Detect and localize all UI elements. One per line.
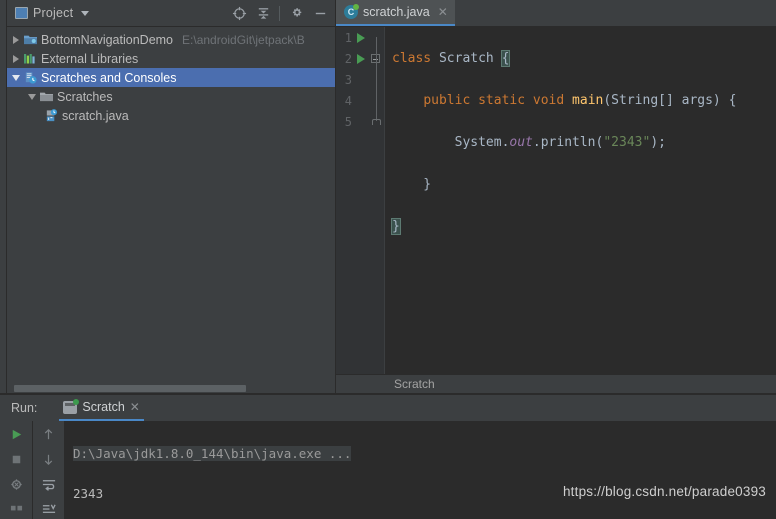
gear-icon[interactable] — [285, 2, 307, 24]
tree-row[interactable]: BottomNavigationDemo E:\androidGit\jetpa… — [7, 30, 335, 49]
line-number: 4 — [344, 93, 352, 108]
run-secondary-toolbar — [33, 421, 65, 519]
watermark: https://blog.csdn.net/parade0393 — [562, 484, 766, 499]
line-number: 3 — [344, 72, 352, 87]
code-line: } — [391, 218, 401, 235]
run-tab-label: Scratch — [82, 400, 125, 414]
run-left-toolbar — [0, 421, 33, 519]
fold-region[interactable] — [368, 54, 382, 63]
arrow-up-icon[interactable] — [38, 425, 60, 445]
collapse-all-icon[interactable] — [252, 2, 274, 24]
rerun-icon[interactable] — [5, 425, 27, 445]
code-content[interactable]: class Scratch { public static void main(… — [384, 27, 776, 374]
ide-window: Project BottomNavigationDemo E:\androidG… — [0, 0, 776, 519]
line-number: 2 — [344, 51, 352, 66]
minimize-icon[interactable] — [309, 2, 331, 24]
pin-icon[interactable] — [5, 499, 27, 519]
project-tree[interactable]: BottomNavigationDemo E:\androidGit\jetpa… — [7, 27, 335, 125]
close-icon[interactable]: ✕ — [130, 400, 140, 414]
line-number: 1 — [344, 30, 352, 45]
console-command-line[interactable]: D:\Java\jdk1.8.0_144\bin\java.exe ... — [73, 446, 352, 461]
code-editor[interactable]: 1 2 3 4 5 class Scratch {public static … — [336, 27, 776, 374]
stop-icon[interactable] — [5, 450, 27, 470]
restart-debug-icon[interactable] — [5, 475, 27, 495]
editor-breadcrumb-bar: Scratch — [336, 374, 776, 393]
line-number: 5 — [344, 114, 352, 129]
arrow-down-icon[interactable] — [38, 450, 60, 470]
java-class-icon: C — [344, 4, 359, 19]
scroll-to-end-icon[interactable] — [38, 499, 60, 519]
editor-tab-scratch-java[interactable]: C scratch.java ✕ — [336, 0, 455, 26]
run-tab-bar: Run: Scratch ✕ — [0, 395, 776, 421]
collapse-arrow-icon[interactable] — [26, 93, 38, 100]
tree-item-label: Scratches and Consoles — [41, 70, 177, 85]
toolbar-divider — [279, 5, 280, 21]
project-title-group[interactable]: Project — [15, 6, 90, 20]
run-tool-window: Run: Scratch ✕ D:\Java\jdk1.8.0_144\bin\… — [0, 395, 776, 519]
tree-item-label: Scratches — [57, 89, 113, 104]
tree-row[interactable]: scratch.java — [7, 106, 335, 125]
project-panel-title: Project — [33, 6, 74, 20]
code-line: public static void main(String[] args) { — [423, 93, 737, 108]
console-line: D:\Java\jdk1.8.0_144\bin\java.exe ... — [73, 444, 776, 464]
run-gutter-icon[interactable] — [354, 53, 368, 64]
fold-guide-line — [376, 37, 377, 121]
tree-row[interactable]: Scratches and Consoles — [7, 68, 335, 87]
run-panel-label: Run: — [11, 401, 38, 415]
tree-item-label: External Libraries — [41, 51, 139, 66]
code-line: } — [392, 177, 432, 192]
run-tab-scratch[interactable]: Scratch ✕ — [59, 395, 144, 421]
tree-item-path: E:\androidGit\jetpack\B — [182, 32, 305, 47]
expand-arrow-icon[interactable] — [10, 35, 22, 44]
tree-item-label: scratch.java — [62, 108, 129, 123]
editor-area: C scratch.java ✕ 1 2 3 4 5 class Scratch… — [336, 0, 776, 393]
editor-tab-bar: C scratch.java ✕ — [336, 0, 776, 27]
tree-row[interactable]: Scratches — [7, 87, 335, 106]
project-horizontal-scrollbar[interactable] — [7, 383, 335, 393]
run-panel-body: D:\Java\jdk1.8.0_144\bin\java.exe ... 23… — [0, 421, 776, 519]
code-line: System.out.println("2343"); — [392, 135, 666, 150]
tree-item-label: BottomNavigationDemo — [41, 32, 174, 47]
soft-wrap-icon[interactable] — [38, 475, 60, 495]
scratch-java-file-icon — [43, 108, 59, 123]
close-icon[interactable]: ✕ — [438, 5, 448, 19]
run-configuration-icon — [63, 398, 80, 414]
project-window-icon — [15, 7, 28, 19]
run-gutter-icon[interactable] — [354, 32, 368, 43]
locate-icon[interactable] — [228, 2, 250, 24]
project-tool-window: Project BottomNavigationDemo E:\androidG… — [7, 0, 335, 393]
console-output[interactable]: D:\Java\jdk1.8.0_144\bin\java.exe ... 23… — [65, 421, 776, 519]
collapse-arrow-icon[interactable] — [10, 74, 22, 81]
folder-icon — [38, 90, 54, 103]
library-icon — [22, 52, 38, 65]
project-panel-header: Project — [7, 0, 335, 27]
scratches-consoles-icon — [22, 71, 38, 85]
project-header-tools — [228, 2, 331, 24]
tree-row[interactable]: External Libraries — [7, 49, 335, 68]
code-line: class Scratch { — [392, 50, 511, 67]
chevron-down-icon[interactable] — [81, 10, 90, 16]
fold-guide-end-icon[interactable] — [372, 119, 381, 125]
editor-gutter[interactable]: 1 2 3 4 5 — [336, 27, 384, 374]
expand-arrow-icon[interactable] — [10, 54, 22, 63]
module-icon — [22, 33, 38, 46]
editor-tab-label: scratch.java — [363, 5, 430, 19]
scrollbar-thumb[interactable] — [14, 385, 246, 392]
breadcrumb[interactable]: Scratch — [394, 377, 435, 391]
